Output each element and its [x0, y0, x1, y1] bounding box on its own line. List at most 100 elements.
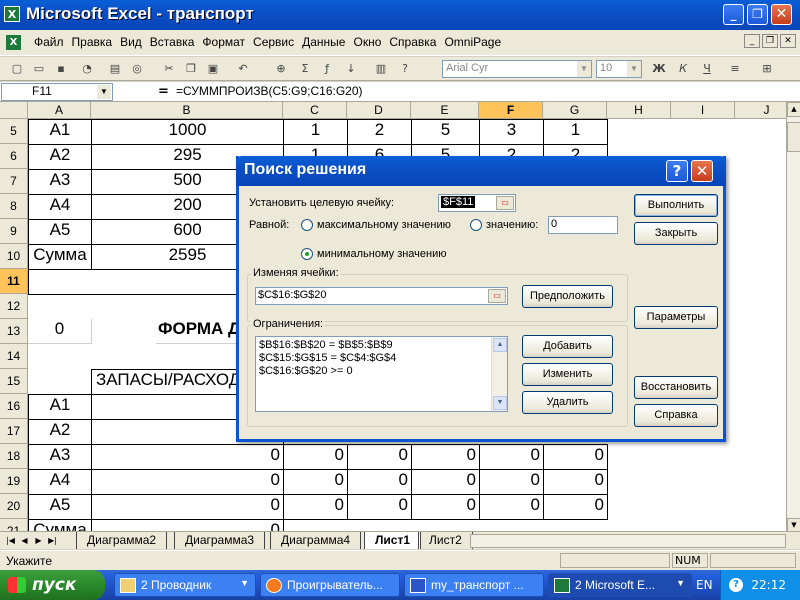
task-word-doc[interactable]: my_транспорт ...	[404, 573, 544, 597]
row-header[interactable]: 13	[0, 319, 28, 344]
cell-f18[interactable]: 0	[479, 444, 544, 470]
menu-tools[interactable]: Сервис	[249, 35, 298, 49]
cell-a19[interactable]: A4	[28, 469, 92, 495]
autosum-icon[interactable]: Σ	[296, 60, 314, 77]
cell-a20[interactable]: A5	[28, 494, 92, 520]
cell-d18[interactable]: 0	[347, 444, 412, 470]
solve-button[interactable]: Выполнить	[634, 194, 718, 217]
constraints-scrollbar[interactable]: ▲ ▼	[491, 337, 507, 411]
scroll-up-icon[interactable]: ▲	[493, 338, 507, 352]
cell-b19[interactable]: 0	[91, 469, 284, 495]
cell-d5[interactable]: 2	[347, 119, 412, 145]
cell-g5[interactable]: 1	[543, 119, 608, 145]
formula-input[interactable]: =СУММПРОИЗВ(C5:G9;C16:G20)	[176, 84, 363, 98]
row-header[interactable]: 12	[0, 294, 28, 319]
menu-help[interactable]: Справка	[385, 35, 440, 49]
preview-icon[interactable]: ◎	[128, 60, 146, 77]
add-button[interactable]: Добавить	[522, 335, 613, 358]
column-header[interactable]: H	[607, 102, 671, 119]
menu-data[interactable]: Данные	[298, 35, 349, 49]
cell-b20[interactable]: 0	[91, 494, 284, 520]
chevron-down-icon[interactable]: ▼	[97, 85, 111, 99]
row-header[interactable]: 7	[0, 169, 28, 194]
cell-e20[interactable]: 0	[411, 494, 480, 520]
underline-icon[interactable]: Ч	[698, 60, 716, 77]
scroll-up-icon[interactable]: ▲	[787, 102, 800, 117]
copy-icon[interactable]: ❐	[182, 60, 200, 77]
help-icon[interactable]: ?	[396, 60, 414, 77]
tab-diagram4[interactable]: Диаграмма4	[270, 532, 362, 549]
menu-window[interactable]: Окно	[349, 35, 385, 49]
collapse-dialog-icon[interactable]: ▭	[496, 196, 514, 210]
task-media-player[interactable]: Проигрыватель...	[260, 573, 400, 597]
column-header[interactable]: I	[671, 102, 735, 119]
cell-g19[interactable]: 0	[543, 469, 608, 495]
row-header[interactable]: 20	[0, 494, 28, 519]
column-header[interactable]: D	[347, 102, 411, 119]
tab-diagram3[interactable]: Диаграмма3	[174, 532, 266, 549]
row-header[interactable]: 11	[0, 269, 28, 294]
align-icon[interactable]: ≡	[726, 60, 744, 77]
prev-sheet-icon[interactable]: ◀	[18, 534, 31, 547]
scroll-down-icon[interactable]: ▼	[493, 396, 507, 410]
row-header[interactable]: 19	[0, 469, 28, 494]
value-radio[interactable]	[470, 219, 482, 231]
chart-icon[interactable]: ▥	[372, 60, 390, 77]
tab-sheet2[interactable]: Лист2	[418, 532, 473, 549]
dialog-close-icon[interactable]: ✕	[691, 160, 713, 182]
tab-sheet1[interactable]: Лист1	[364, 532, 422, 549]
max-radio-label[interactable]: максимальному значению	[317, 219, 451, 231]
doc-minimize-button[interactable]: _	[744, 34, 760, 48]
menu-insert[interactable]: Вставка	[146, 35, 199, 49]
borders-icon[interactable]: ⊞	[758, 60, 776, 77]
doc-restore-button[interactable]: ❐	[762, 34, 778, 48]
vertical-scrollbar[interactable]: ▲ ▼	[786, 102, 800, 534]
new-icon[interactable]: ▢	[8, 60, 26, 77]
last-sheet-icon[interactable]: ▶|	[46, 534, 59, 547]
row-header[interactable]: 9	[0, 219, 28, 244]
scroll-thumb[interactable]	[787, 122, 800, 152]
dialog-help-icon[interactable]: ?	[666, 160, 688, 182]
language-indicator[interactable]: EN	[696, 578, 713, 592]
select-all-corner[interactable]	[0, 102, 28, 119]
next-sheet-icon[interactable]: ▶	[32, 534, 45, 547]
horizontal-scrollbar[interactable]	[470, 534, 786, 548]
save-icon[interactable]: ▪	[52, 60, 70, 77]
close-button[interactable]: Закрыть	[634, 222, 718, 245]
menu-edit[interactable]: Правка	[68, 35, 117, 49]
tab-diagram2[interactable]: Диаграмма2	[76, 532, 168, 549]
bold-icon[interactable]: Ж	[650, 60, 668, 77]
permission-icon[interactable]: ◔	[78, 60, 96, 77]
excel-icon[interactable]: X	[4, 6, 20, 22]
change-button[interactable]: Изменить	[522, 363, 613, 386]
row-header[interactable]: 6	[0, 144, 28, 169]
constraint-item[interactable]: $C$16:$G$20 >= 0	[259, 365, 504, 378]
cell-a5[interactable]: A1	[28, 119, 92, 145]
cell-a9[interactable]: A5	[28, 219, 92, 245]
cell-a6[interactable]: A2	[28, 144, 92, 170]
dialog-title-bar[interactable]: Поиск решения ? ✕	[236, 156, 726, 186]
row-header[interactable]: 14	[0, 344, 28, 369]
cell-a10[interactable]: Сумма	[28, 244, 92, 270]
cell-d19[interactable]: 0	[347, 469, 412, 495]
cell-a17[interactable]: A2	[28, 419, 92, 445]
constraint-item[interactable]: $C$15:$G$15 = $C$4:$G$4	[259, 352, 504, 365]
cell-f19[interactable]: 0	[479, 469, 544, 495]
chevron-down-icon[interactable]: ▼	[577, 61, 591, 77]
cell-f5[interactable]: 3	[479, 119, 544, 145]
min-radio[interactable]	[301, 248, 313, 260]
cell-a16[interactable]: A1	[28, 394, 92, 420]
workbook-icon[interactable]: X	[6, 35, 21, 50]
column-header[interactable]: B	[91, 102, 283, 119]
cell-a18[interactable]: A3	[28, 444, 92, 470]
tray-icon[interactable]: ?	[729, 578, 743, 592]
sort-icon[interactable]: ↓	[342, 60, 360, 77]
collapse-dialog-icon[interactable]: ▭	[488, 289, 506, 303]
cell-c19[interactable]: 0	[283, 469, 348, 495]
font-size-select[interactable]: 10 ▼	[596, 60, 642, 78]
cell-c20[interactable]: 0	[283, 494, 348, 520]
menu-view[interactable]: Вид	[116, 35, 146, 49]
cell-b5[interactable]: 1000	[91, 119, 284, 145]
minimize-button[interactable]: _	[723, 4, 744, 25]
target-cell-input[interactable]: $F$11 ▭	[438, 194, 516, 212]
